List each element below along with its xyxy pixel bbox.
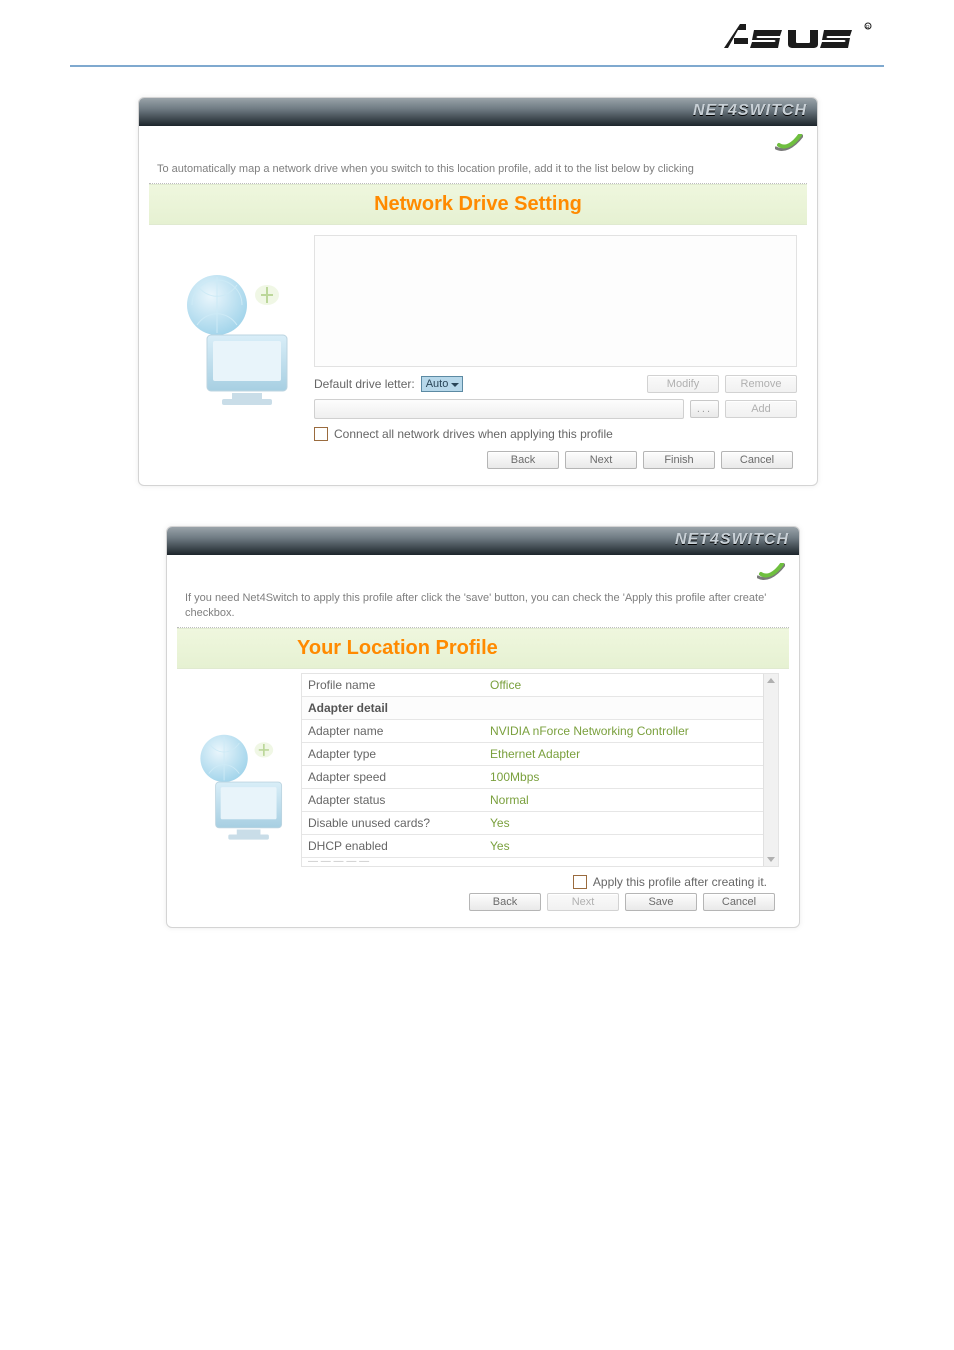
back-button[interactable]: Back: [469, 893, 541, 911]
profile-table-scrollbar[interactable]: [763, 674, 778, 866]
save-button[interactable]: Save: [625, 893, 697, 911]
next-button[interactable]: Next: [565, 451, 637, 469]
disable-unused-value: Yes: [484, 811, 763, 834]
scroll-down-icon[interactable]: [767, 857, 775, 862]
table-row: Adapter name NVIDIA nForce Networking Co…: [302, 719, 763, 742]
header-rule: [70, 65, 884, 67]
connect-all-checkbox[interactable]: [314, 427, 328, 441]
hint-text: If you need Net4Switch to apply this pro…: [185, 591, 781, 621]
adapter-name-value: NVIDIA nForce Networking Controller: [484, 719, 763, 742]
finish-button[interactable]: Finish: [643, 451, 715, 469]
adapter-name-label: Adapter name: [302, 719, 484, 742]
svg-text:R: R: [866, 25, 870, 31]
swoosh-icon: [775, 134, 803, 155]
scroll-up-icon[interactable]: [767, 678, 775, 683]
table-row: Profile name Office: [302, 674, 763, 697]
app-brand-text: NET4SWITCH: [675, 531, 789, 549]
disable-unused-label: Disable unused cards?: [302, 811, 484, 834]
monitor-globe-illustration: [181, 673, 301, 853]
browse-button[interactable]: ...: [690, 400, 719, 418]
table-row: DHCP enabled Yes: [302, 834, 763, 857]
adapter-type-value: Ethernet Adapter: [484, 742, 763, 765]
brand-bar: R: [0, 0, 954, 65]
connect-all-label: Connect all network drives when applying…: [334, 427, 613, 441]
drive-letter-select[interactable]: Auto: [421, 376, 464, 392]
remove-button[interactable]: Remove: [725, 375, 797, 393]
modify-button[interactable]: Modify: [647, 375, 719, 393]
location-profile-panel: NET4SWITCH If you need Net4Switch to app…: [166, 526, 800, 928]
drive-letter-label: Default drive letter:: [314, 377, 415, 391]
adapter-speed-label: Adapter speed: [302, 765, 484, 788]
table-row: Adapter speed 100Mbps: [302, 765, 763, 788]
adapter-status-value: Normal: [484, 788, 763, 811]
table-section-row: Adapter detail: [302, 696, 763, 719]
cancel-button[interactable]: Cancel: [703, 893, 775, 911]
adapter-type-label: Adapter type: [302, 742, 484, 765]
table-row: Adapter status Normal: [302, 788, 763, 811]
section-header: Your Location Profile: [177, 628, 789, 669]
table-row: Disable unused cards? Yes: [302, 811, 763, 834]
asus-logo: R: [724, 20, 874, 57]
dhcp-enabled-value: Yes: [484, 834, 763, 857]
table-row: Adapter type Ethernet Adapter: [302, 742, 763, 765]
profile-name-value: Office: [484, 674, 763, 697]
profile-name-label: Profile name: [302, 674, 484, 697]
apply-profile-label: Apply this profile after creating it.: [593, 875, 767, 889]
swoosh-icon: [757, 563, 785, 584]
hint-text: To automatically map a network drive whe…: [157, 162, 799, 177]
back-button[interactable]: Back: [487, 451, 559, 469]
adapter-status-label: Adapter status: [302, 788, 484, 811]
adapter-speed-value: 100Mbps: [484, 765, 763, 788]
app-brand-text: NET4SWITCH: [693, 102, 807, 120]
cancel-button[interactable]: Cancel: [721, 451, 793, 469]
apply-profile-checkbox[interactable]: [573, 875, 587, 889]
network-drive-panel: NET4SWITCH To automatically map a networ…: [138, 97, 818, 486]
table-row-cutoff: — — — — —: [302, 857, 763, 866]
panel-titlebar: NET4SWITCH: [167, 527, 799, 555]
drive-path-input[interactable]: [314, 399, 684, 419]
monitor-globe-illustration: [159, 235, 314, 415]
add-button[interactable]: Add: [725, 400, 797, 418]
section-header: Network Drive Setting: [149, 184, 807, 225]
network-drive-list[interactable]: [314, 235, 797, 367]
profile-summary-table: Profile name Office Adapter detail Adapt…: [301, 673, 779, 867]
adapter-detail-header: Adapter detail: [302, 696, 763, 719]
panel-titlebar: NET4SWITCH: [139, 98, 817, 126]
next-button[interactable]: Next: [547, 893, 619, 911]
dhcp-enabled-label: DHCP enabled: [302, 834, 484, 857]
